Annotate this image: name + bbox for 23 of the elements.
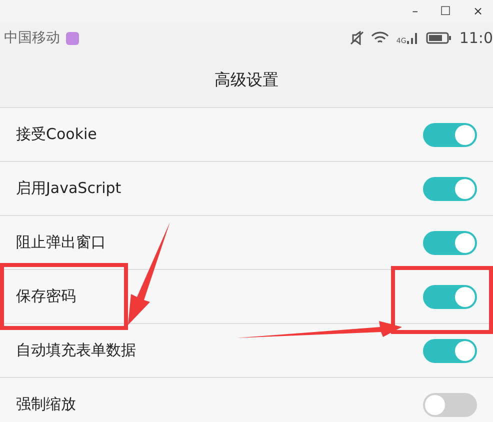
toggle-switch[interactable] <box>423 392 477 416</box>
close-button[interactable]: × <box>468 3 487 19</box>
clock-time: 11:0 <box>459 29 493 47</box>
carrier-name: 中国移动 <box>4 29 60 47</box>
setting-label: 阻止弹出窗口 <box>16 233 106 252</box>
toggle-switch[interactable] <box>423 122 477 146</box>
setting-label: 保存密码 <box>16 287 76 306</box>
notification-icon <box>66 32 79 44</box>
toggle-switch[interactable] <box>423 338 477 362</box>
setting-label: 强制缩放 <box>16 395 76 414</box>
toggle-switch[interactable] <box>423 284 477 308</box>
minimize-button[interactable]: – <box>408 3 422 19</box>
mute-icon <box>350 31 364 45</box>
battery-icon <box>426 32 452 44</box>
setting-label: 接受Cookie <box>16 125 97 144</box>
setting-label: 启用JavaScript <box>16 179 122 198</box>
maximize-button[interactable]: ☐ <box>436 3 455 19</box>
page-title: 高级设置 <box>214 70 278 91</box>
setting-label: 自动填充表单数据 <box>16 341 136 360</box>
signal-icon <box>407 32 420 44</box>
wifi-icon <box>371 31 390 45</box>
toggle-switch[interactable] <box>423 230 477 254</box>
toggle-switch[interactable] <box>423 176 477 200</box>
